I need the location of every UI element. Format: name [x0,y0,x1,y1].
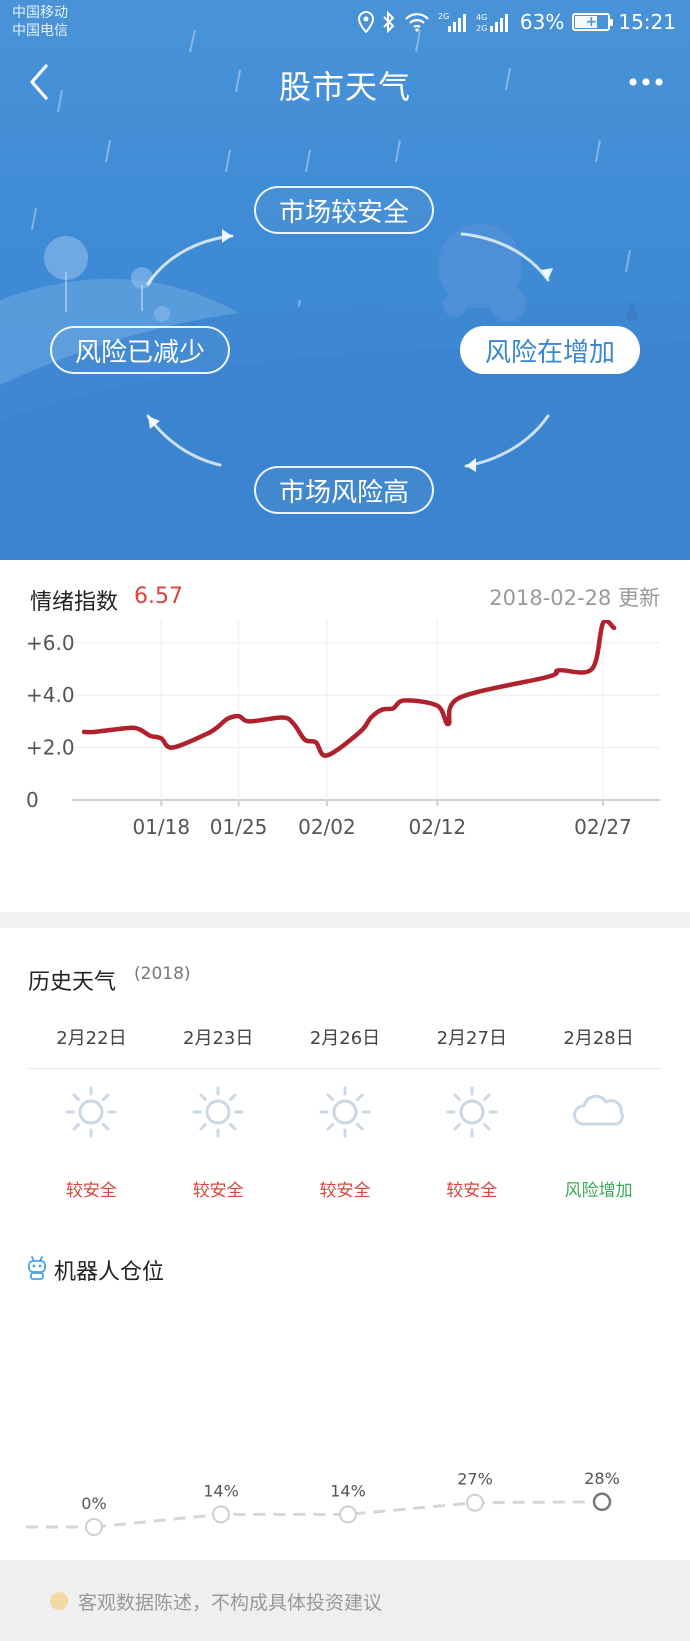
history-day[interactable]: 2月27日 [408,1024,535,1064]
sentiment-title: 情绪指数 [30,590,119,615]
page-title: 股市天气 [278,68,411,106]
history-section: 历史天气 (2018) 2月22日 2月23日 2月26日 2月27日 2月28… [0,928,690,1218]
position-point[interactable] [466,1493,484,1512]
sentiment-section: 情绪指数 6.57 2018-02-28 更新 +6.0 +4.0 +2.0 0 01/… [0,560,690,912]
sun-icon [192,1086,244,1138]
position-label: 28% [584,1469,620,1488]
nav-bar: 股市天气 [0,52,690,112]
status-bar: 中国移动 中国电信 2G 4G 2G 63% + 15:21 [0,0,690,48]
bluetooth-icon [382,11,396,33]
info-icon [50,1592,68,1610]
position-point[interactable] [339,1505,357,1524]
disclaimer: 客观数据陈述，不构成具体投资建议 [78,1592,383,1614]
svg-text:4G: 4G [476,13,487,22]
robot-title: 机器人仓位 [54,1260,165,1285]
cycle-market-safe[interactable]: 市场较安全 [254,186,434,234]
robot-section: 0% 14% 14% 27% 28% 机器人仓位 [0,1218,690,1560]
history-day[interactable]: 2月26日 [282,1024,409,1064]
history-day[interactable]: 2月22日 [28,1024,155,1064]
history-date: 2月22日 [56,1028,127,1049]
history-date: 2月23日 [183,1028,254,1049]
section-divider [0,912,690,928]
sun-icon [319,1086,371,1138]
sentiment-update: 2018-02-28 更新 [489,582,660,612]
cycle-market-high-risk[interactable]: 市场风险高 [254,466,434,514]
history-date: 2月26日 [309,1028,381,1049]
hero-banner: 中国移动 中国电信 2G 4G 2G 63% + 15:21 股市天气 市场较安… [0,0,690,560]
y-tick-label: +2.0 [26,736,75,760]
y-tick-label: +4.0 [26,683,75,707]
more-icon [629,78,663,86]
x-tick-label: 02/12 [409,815,467,839]
sentiment-line [81,620,617,758]
history-dates: 2月22日 2月23日 2月26日 2月27日 2月28日 [28,1024,662,1064]
history-day[interactable]: 2月23日 [155,1024,282,1064]
history-status: 较安全 [446,1181,498,1201]
x-tick-label: 01/18 [132,815,190,839]
history-labels: 较安全 较安全 较安全 较安全 风险增加 [28,1176,662,1201]
position-label: 27% [457,1470,493,1489]
svg-text:2G: 2G [476,24,487,33]
history-date: 2月27日 [436,1028,507,1049]
y-tick-label: 0 [26,788,39,812]
history-status: 风险增加 [564,1181,633,1201]
x-tick-label: 02/02 [298,815,356,839]
position-label: 0% [81,1494,106,1513]
wifi-icon [404,12,430,32]
signal-icon: 2G [438,11,468,33]
clock: 15:21 [618,10,676,34]
position-point[interactable] [212,1505,230,1524]
history-divider [28,1068,662,1069]
svg-text:2G: 2G [438,12,449,21]
sentiment-value: 6.57 [134,584,183,609]
battery-icon: + [572,13,614,31]
footer: 客观数据陈述，不构成具体投资建议 [0,1560,690,1641]
cloud-icon [572,1094,624,1126]
history-status: 较安全 [65,1181,117,1201]
battery-percent: 63% [519,10,565,34]
history-status: 较安全 [319,1181,371,1201]
more-button[interactable] [622,62,670,102]
position-point[interactable] [592,1492,612,1512]
update-suffix: 更新 [618,586,660,610]
x-tick-label: 02/27 [574,815,632,839]
history-day[interactable]: 2月28日 [535,1024,662,1064]
sun-icon [446,1086,498,1138]
position-point[interactable] [85,1518,103,1536]
robot-icon [28,1256,46,1280]
history-title: 历史天气 [28,970,117,995]
history-date: 2月28日 [563,1028,634,1049]
signal-icon: 4G 2G [476,11,512,33]
location-icon [357,11,374,33]
position-label: 14% [203,1481,239,1500]
sun-icon [65,1086,117,1138]
history-year: (2018) [134,964,191,984]
carrier-info: 中国移动 中国电信 [12,4,68,40]
carrier-1: 中国移动 [12,5,68,21]
sentiment-chart: +6.0 +4.0 +2.0 0 01/18 01/25 02/02 02/12 02/27 [26,620,660,839]
y-tick-label: +6.0 [26,631,75,655]
cycle-risk-decreasing[interactable]: 风险已减少 [50,326,230,374]
update-date: 2018-02-28 [489,586,612,610]
history-status: 较安全 [192,1181,244,1201]
status-icons: 2G 4G 2G 63% + 15:21 [357,8,676,36]
position-label: 14% [330,1481,366,1500]
carrier-2: 中国电信 [12,23,68,39]
cycle-risk-increasing[interactable]: 风险在增加 [460,326,640,374]
history-icons [28,1084,662,1140]
x-tick-label: 01/25 [210,815,268,839]
